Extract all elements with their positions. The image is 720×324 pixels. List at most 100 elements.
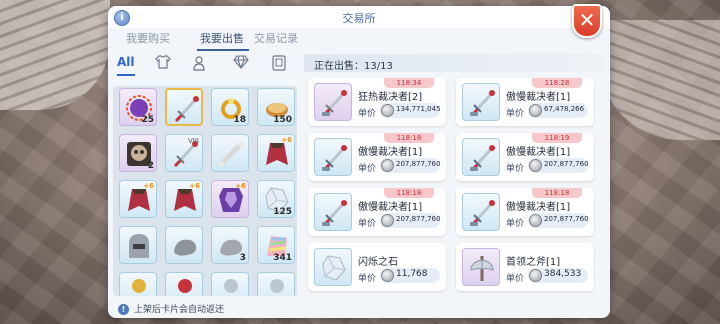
inventory-slot[interactable]: 2 — [119, 134, 157, 172]
inventory-slot[interactable]: +6 — [165, 180, 203, 218]
listing-name: 傲慢裁决者[1] — [358, 147, 423, 158]
equip-tag — [470, 167, 478, 171]
item-quantity: 341 — [273, 253, 292, 263]
inventory-slot[interactable] — [165, 272, 203, 296]
price-value: 134,771,045 — [396, 105, 441, 113]
listing-item-icon — [462, 193, 500, 231]
tab-sell[interactable]: 我要出售 — [200, 30, 244, 46]
category-filter-bar: All — [113, 52, 297, 76]
refine-level: +6 — [143, 182, 154, 190]
price-label: 单价 — [358, 164, 377, 174]
listing-timer: 118:28 — [532, 78, 582, 88]
price-label: 单价 — [358, 274, 377, 284]
listing-card[interactable]: 118:19 傲慢裁决者[1] 单价 207,877,760 — [456, 133, 594, 181]
filter-all[interactable]: All — [117, 55, 135, 69]
inventory-slot[interactable]: 150 — [257, 88, 295, 126]
inventory-slot[interactable]: +6 — [257, 134, 295, 172]
inventory-slot[interactable]: 341 — [257, 226, 295, 264]
filter-card-icon[interactable] — [269, 55, 289, 73]
listing-card[interactable]: 118:28 傲慢裁决者[1] 单价 67,478,266 — [456, 78, 594, 126]
refine-level: +6 — [235, 182, 246, 190]
tab-history[interactable]: 交易记录 — [254, 30, 298, 46]
listing-card[interactable]: 118:34 狂热裁决者[2] 单价 134,771,045 — [308, 78, 446, 126]
inventory-slot[interactable] — [211, 134, 249, 172]
zeny-coin-icon — [529, 269, 542, 282]
price-box: 134,771,045 — [380, 103, 441, 118]
inventory-slot[interactable] — [119, 272, 157, 296]
listing-card[interactable]: 118:18 傲慢裁决者[1] 单价 207,877,760 — [308, 133, 446, 181]
inventory-slot[interactable]: 3 — [211, 226, 249, 264]
listing-timer: 118:34 — [384, 78, 434, 88]
price-value: 207,877,760 — [544, 160, 589, 168]
equip-tag — [322, 112, 330, 116]
listing-name: 傲慢裁决者[1] — [506, 202, 571, 213]
price-box: 384,533 — [528, 268, 588, 283]
inventory-slot[interactable]: 18 — [211, 88, 249, 126]
listing-name: 狂热裁决者[2] — [358, 92, 423, 103]
listings-panel: 正在出售：13/13 118:34 狂热裁决者[2] 单价 134,771,045 11… — [304, 52, 604, 302]
equip-tag — [470, 112, 478, 116]
on-sale-header: 正在出售：13/13 — [304, 54, 604, 72]
zeny-coin-icon — [529, 159, 542, 172]
listing-item-icon — [462, 83, 500, 121]
zeny-coin-icon — [381, 104, 394, 117]
close-button[interactable]: ✕ — [572, 4, 602, 38]
listing-card[interactable]: 闪烁之石单价 11,768 — [308, 243, 446, 291]
active-tab-indicator — [197, 49, 249, 51]
listing-card[interactable]: 首领之斧[1] 单价 384,533 — [456, 243, 594, 291]
inventory-slot[interactable]: +6 — [119, 180, 157, 218]
inventory-slot[interactable] — [257, 272, 295, 296]
zeny-coin-icon — [529, 104, 542, 117]
price-box: 207,877,760 — [528, 158, 589, 173]
refine-level: +6 — [189, 182, 200, 190]
inventory-slot[interactable]: VIII — [165, 134, 203, 172]
inventory-slot[interactable] — [211, 272, 249, 296]
inventory-slot[interactable] — [165, 226, 203, 264]
inventory-grid: 25 18 150 2 VIII +6 +6 +6 +6 125 3 341 — [113, 86, 297, 296]
refine-level: +6 — [281, 136, 292, 144]
listing-timer: 118:18 — [384, 188, 434, 198]
price-label: 单价 — [506, 219, 525, 229]
card-slot-level: VIII — [188, 137, 199, 145]
notice-text: 上架后卡片会自动返还 — [134, 305, 225, 315]
listing-name: 傲慢裁决者[1] — [506, 147, 571, 158]
zeny-coin-icon — [381, 269, 394, 282]
inventory-slot[interactable]: 25 — [119, 88, 157, 126]
listing-item-icon — [462, 248, 500, 286]
price-box: 67,478,266 — [528, 103, 588, 118]
price-value: 384,533 — [544, 269, 582, 279]
exchange-window: i 交易所 我要购买 我要出售 交易记录 All 25 18 150 2 VIII +6 +… — [108, 6, 610, 318]
inventory-slot[interactable]: 125 — [257, 180, 295, 218]
filter-armor-icon[interactable] — [153, 55, 173, 73]
listing-name: 傲慢裁决者[1] — [358, 202, 423, 213]
price-label: 单价 — [506, 164, 525, 174]
listing-item-icon — [314, 83, 352, 121]
inventory-slot[interactable] — [165, 88, 203, 126]
price-box: 11,768 — [380, 268, 440, 283]
item-quantity: 150 — [273, 115, 292, 125]
price-label: 单价 — [358, 219, 377, 229]
price-value: 207,877,760 — [544, 215, 589, 223]
price-label: 单价 — [506, 274, 525, 284]
title-bar: i 交易所 — [108, 6, 610, 28]
listing-item-icon — [462, 138, 500, 176]
listing-name: 闪烁之石 — [358, 257, 398, 268]
item-quantity: 2 — [147, 161, 154, 171]
filter-all-underline — [117, 74, 135, 76]
price-value: 11,768 — [396, 269, 428, 279]
inventory-slot[interactable] — [119, 226, 157, 264]
listing-item-icon — [314, 248, 352, 286]
price-value: 207,877,760 — [396, 215, 441, 223]
tab-buy[interactable]: 我要购买 — [126, 30, 170, 46]
zeny-coin-icon — [529, 214, 542, 227]
listing-card[interactable]: 118:18 傲慢裁决者[1] 单价 207,877,760 — [456, 188, 594, 236]
listing-timer: 118:18 — [532, 188, 582, 198]
filter-accessory-icon[interactable] — [189, 55, 209, 73]
filter-gem-icon[interactable] — [231, 55, 251, 73]
price-box: 207,877,760 — [380, 158, 441, 173]
inventory-panel: All 25 18 150 2 VIII +6 +6 +6 +6 125 3 341 — [113, 52, 297, 296]
price-label: 单价 — [506, 109, 525, 119]
equip-tag — [470, 222, 478, 226]
listing-card[interactable]: 118:18 傲慢裁决者[1] 单价 207,877,760 — [308, 188, 446, 236]
inventory-slot[interactable]: +6 — [211, 180, 249, 218]
